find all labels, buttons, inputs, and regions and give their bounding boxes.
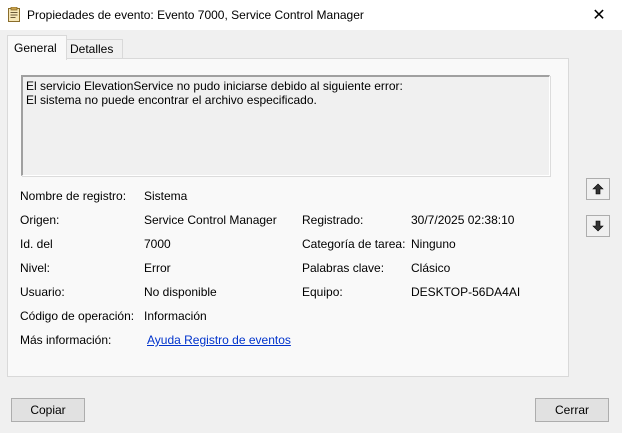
level-label: Nivel: bbox=[20, 261, 51, 275]
keywords-label: Palabras clave: bbox=[302, 261, 385, 275]
tab-details[interactable]: Detalles bbox=[63, 39, 123, 59]
window-title: Propiedades de evento: Evento 7000, Serv… bbox=[27, 8, 364, 22]
arrow-down-icon bbox=[592, 220, 604, 232]
more-info-label: Más información: bbox=[20, 333, 112, 347]
user-label: Usuario: bbox=[20, 285, 65, 299]
source-label: Origen: bbox=[20, 213, 60, 227]
log-name-value: Sistema bbox=[144, 189, 188, 203]
task-category-value: Ninguno bbox=[411, 237, 456, 251]
previous-event-button[interactable] bbox=[586, 178, 610, 200]
source-value: Service Control Manager bbox=[144, 213, 277, 227]
opcode-value: Información bbox=[144, 309, 207, 323]
task-category-label: Categoría de tarea: bbox=[302, 237, 406, 251]
next-event-button[interactable] bbox=[586, 215, 610, 237]
description-line: El sistema no puede encontrar el archivo… bbox=[26, 93, 317, 107]
arrow-up-icon bbox=[592, 183, 604, 195]
opcode-label: Código de operación: bbox=[20, 309, 135, 323]
keywords-value: Clásico bbox=[411, 261, 451, 275]
logged-value: 30/7/2025 02:38:10 bbox=[411, 213, 515, 227]
copy-button[interactable]: Copiar bbox=[11, 398, 85, 422]
close-button[interactable]: Cerrar bbox=[535, 398, 609, 422]
user-value: No disponible bbox=[144, 285, 217, 299]
close-icon[interactable]: ✕ bbox=[576, 0, 622, 30]
event-id-label: Id. del bbox=[20, 237, 53, 251]
computer-label: Equipo: bbox=[302, 285, 343, 299]
logged-label: Registrado: bbox=[302, 213, 364, 227]
computer-value: DESKTOP-56DA4AI bbox=[411, 285, 521, 299]
level-value: Error bbox=[144, 261, 171, 275]
event-description[interactable]: El servicio ElevationService no pudo ini… bbox=[21, 75, 550, 176]
log-name-label: Nombre de registro: bbox=[20, 189, 127, 203]
event-log-help-link[interactable]: Ayuda Registro de eventos bbox=[147, 333, 291, 347]
description-line: El servicio ElevationService no pudo ini… bbox=[26, 79, 403, 93]
event-id-value: 7000 bbox=[144, 237, 171, 251]
title-bar: Propiedades de evento: Evento 7000, Serv… bbox=[0, 0, 622, 30]
general-panel: El servicio ElevationService no pudo ini… bbox=[7, 58, 569, 377]
event-properties-icon bbox=[8, 7, 20, 22]
tab-general[interactable]: General bbox=[7, 35, 67, 60]
